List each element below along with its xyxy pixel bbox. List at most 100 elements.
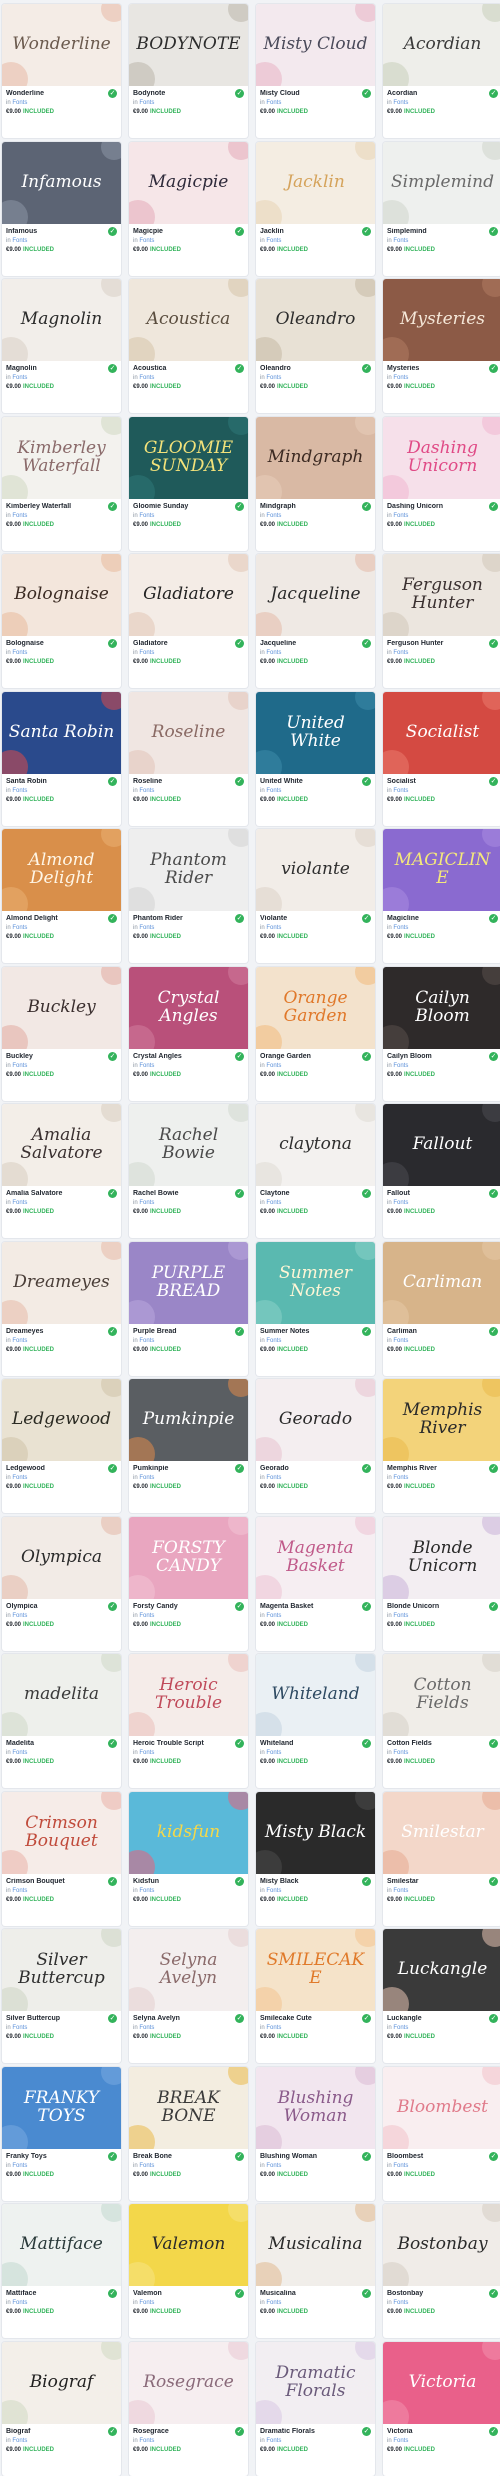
product-card[interactable]: FRANKY TOYS Franky Toys ✓ in Fonts €9.00… [2,2066,121,2201]
product-card[interactable]: Acoustica Acoustica ✓ in Fonts €9.00 INCL… [129,279,248,413]
product-name[interactable]: Silver Buttercup [6,2015,117,2022]
product-thumbnail[interactable]: Memphis River [383,1379,500,1461]
product-thumbnail[interactable]: Georado [256,1379,375,1461]
product-thumbnail[interactable]: BODYNOTE [129,4,248,86]
product-card[interactable]: GLOOMIE SUNDAY Gloomie Sunday ✓ in Fonts… [129,416,248,551]
category-link[interactable]: Fonts [266,100,281,106]
product-name[interactable]: Victoria [387,2428,498,2435]
product-thumbnail[interactable]: Cotton Fields [383,1654,500,1736]
product-name[interactable]: Infamous [6,228,117,235]
product-name[interactable]: Bostonbay [387,2290,498,2297]
product-card[interactable]: SMILECAKE Smilecake Cute ✓ in Fonts €9.0… [256,1929,375,2063]
category-link[interactable]: Fonts [266,1888,281,1894]
category-link[interactable]: Fonts [139,2438,154,2444]
product-card[interactable]: Socialist Socialist ✓ in Fonts €9.00 INCL… [383,691,500,826]
product-card[interactable]: Jacklin Jacklin ✓ in Fonts €9.00 INCLUDED [256,141,375,276]
product-card[interactable]: Oleandro Oleandro ✓ in Fonts €9.00 INCLUD… [256,279,375,413]
product-card[interactable]: Roseline Roseline ✓ in Fonts €9.00 INCLUD… [129,691,248,826]
product-name[interactable]: Roseline [133,778,244,785]
product-name[interactable]: Dashing Unicorn [387,503,498,510]
product-name[interactable]: Acoustica [133,365,244,372]
category-link[interactable]: Fonts [139,2163,154,2169]
product-card[interactable]: Santa Robin Santa Robin ✓ in Fonts €9.00… [2,691,121,826]
product-thumbnail[interactable]: Santa Robin [2,691,121,774]
product-card[interactable]: Phantom Rider Phantom Rider ✓ in Fonts €… [129,829,248,963]
product-name[interactable]: Cailyn Bloom [387,1053,498,1060]
category-link[interactable]: Fonts [139,100,154,106]
product-name[interactable]: Jacklin [260,228,371,235]
product-card[interactable]: Valemon Valemon ✓ in Fonts €9.00 INCLUDED [129,2204,248,2338]
category-link[interactable]: Fonts [139,925,154,931]
product-name[interactable]: Purple Bread [133,1328,244,1335]
product-thumbnail[interactable]: Magicpie [129,141,248,224]
product-thumbnail[interactable]: Blonde Unicorn [383,1516,500,1599]
product-thumbnail[interactable]: Selyna Avelyn [129,1929,248,2011]
product-name[interactable]: Simplemind [387,228,498,235]
category-link[interactable]: Fonts [139,1063,154,1069]
product-name[interactable]: Ferguson Hunter [387,640,498,647]
product-thumbnail[interactable]: Victoria [383,2341,500,2424]
product-name[interactable]: Acordian [387,90,498,97]
category-link[interactable]: Fonts [393,2025,408,2031]
product-card[interactable]: madelita Madelita ✓ in Fonts €9.00 INCLUD… [2,1654,121,1788]
category-link[interactable]: Fonts [12,375,27,381]
category-link[interactable]: Fonts [266,1200,281,1206]
category-link[interactable]: Fonts [139,375,154,381]
product-thumbnail[interactable]: Phantom Rider [129,829,248,911]
product-card[interactable]: BODYNOTE Bodynote ✓ in Fonts €9.00 INCLUD… [129,4,248,138]
product-thumbnail[interactable]: Simplemind [383,141,500,224]
product-thumbnail[interactable]: Wonderline [2,4,121,86]
product-name[interactable]: United White [260,778,371,785]
product-name[interactable]: Amalia Salvatore [6,1190,117,1197]
product-thumbnail[interactable]: Dashing Unicorn [383,416,500,499]
product-card[interactable]: Memphis River Memphis River ✓ in Fonts €… [383,1379,500,1513]
product-thumbnail[interactable]: Acordian [383,4,500,86]
product-thumbnail[interactable]: SMILECAKE [256,1929,375,2011]
product-thumbnail[interactable]: Almond Delight [2,829,121,911]
category-link[interactable]: Fonts [393,1750,408,1756]
product-thumbnail[interactable]: violante [256,829,375,911]
product-name[interactable]: Orange Garden [260,1053,371,1060]
product-name[interactable]: Misty Black [260,1878,371,1885]
product-card[interactable]: Carliman Carliman ✓ in Fonts €9.00 INCLUD… [383,1241,500,1376]
product-thumbnail[interactable]: Kimberley Waterfall [2,416,121,499]
product-name[interactable]: Luckangle [387,2015,498,2022]
product-name[interactable]: Whiteland [260,1740,371,1747]
product-card[interactable]: Ferguson Hunter Ferguson Hunter ✓ in Fon… [383,554,500,688]
product-thumbnail[interactable]: Buckley [2,966,121,1049]
product-thumbnail[interactable]: Rosegrace [129,2341,248,2424]
product-name[interactable]: Mattiface [6,2290,117,2297]
category-link[interactable]: Fonts [393,1338,408,1344]
product-thumbnail[interactable]: Blushing Woman [256,2066,375,2149]
product-name[interactable]: Rosegrace [133,2428,244,2435]
product-thumbnail[interactable]: Crystal Angles [129,966,248,1049]
product-card[interactable]: Simplemind Simplemind ✓ in Fonts €9.00 IN… [383,141,500,276]
product-thumbnail[interactable]: Silver Buttercup [2,1929,121,2011]
product-name[interactable]: Biograf [6,2428,117,2435]
category-link[interactable]: Fonts [139,1338,154,1344]
product-thumbnail[interactable]: Whiteland [256,1654,375,1736]
product-thumbnail[interactable]: FRANKY TOYS [2,2066,121,2149]
product-name[interactable]: Smilecake Cute [260,2015,371,2022]
product-card[interactable]: United White United White ✓ in Fonts €9.… [256,691,375,826]
product-name[interactable]: Magnolin [6,365,117,372]
product-name[interactable]: Pumkinpie [133,1465,244,1472]
product-card[interactable]: Infamous Infamous ✓ in Fonts €9.00 INCLUD… [2,141,121,276]
category-link[interactable]: Fonts [393,2438,408,2444]
product-name[interactable]: Almond Delight [6,915,117,922]
product-thumbnail[interactable]: Carliman [383,1241,500,1324]
product-name[interactable]: Valemon [133,2290,244,2297]
product-thumbnail[interactable]: Ferguson Hunter [383,554,500,636]
category-link[interactable]: Fonts [393,788,408,794]
category-link[interactable]: Fonts [266,2300,281,2306]
product-thumbnail[interactable]: MAGICLINE [383,829,500,911]
category-link[interactable]: Fonts [12,1200,27,1206]
product-name[interactable]: Fallout [387,1190,498,1197]
product-card[interactable]: Magnolin Magnolin ✓ in Fonts €9.00 INCLUD… [2,279,121,413]
product-card[interactable]: MAGICLINE Magicline ✓ in Fonts €9.00 INCL… [383,829,500,963]
category-link[interactable]: Fonts [139,513,154,519]
product-name[interactable]: Dreameyes [6,1328,117,1335]
product-name[interactable]: Santa Robin [6,778,117,785]
product-card[interactable]: Biograf Biograf ✓ in Fonts €9.00 INCLUDED [2,2341,121,2476]
product-card[interactable]: Dreameyes Dreameyes ✓ in Fonts €9.00 INCL… [2,1241,121,1376]
